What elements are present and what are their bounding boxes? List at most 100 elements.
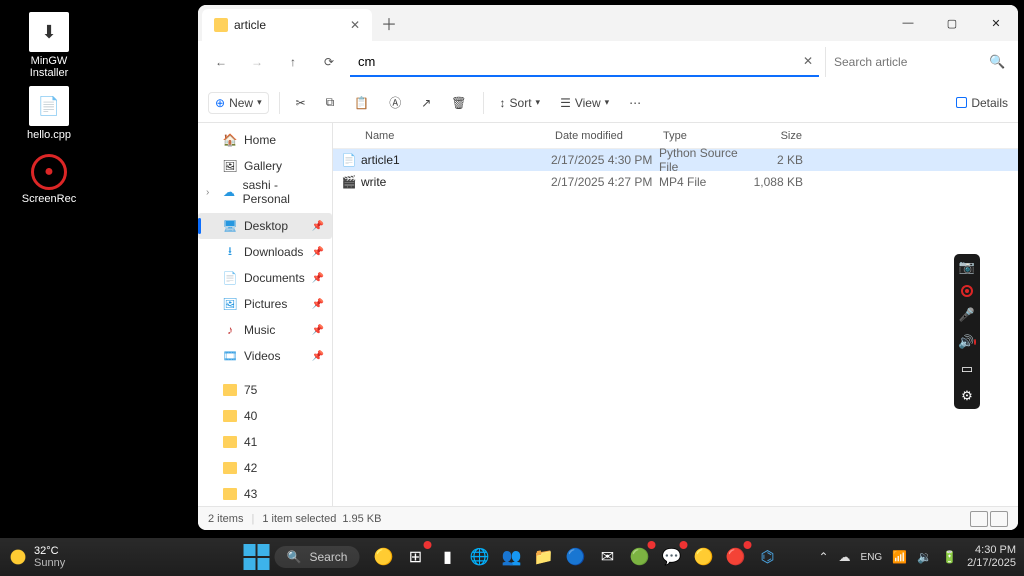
chevron-right-icon[interactable]: › [206,187,215,198]
sidebar-item-music[interactable]: ♪Music📌 [198,317,332,343]
task-view[interactable]: ⊞ [401,543,429,571]
sidebar-folder-41[interactable]: 41 [198,429,332,455]
sort-button[interactable]: ↕ Sort ▾ [494,92,547,114]
tray-volume-icon[interactable]: 🔉 [917,550,932,564]
sidebar-item-gallery[interactable]: 🖼Gallery [198,153,332,179]
desktop-icon-mingw[interactable]: ⬇ MinGW Installer [14,12,84,79]
plus-circle-icon: ⊕ [215,96,225,110]
tray-chevron-icon[interactable]: ⌃ [818,550,828,564]
task-chrome2[interactable]: 🟡 [689,543,717,571]
file-icon: 🎬 [341,174,357,190]
desktop-icon-screenrec[interactable]: ● ScreenRec [14,154,84,205]
new-tab-button[interactable]: ＋ [372,11,406,35]
task-terminal[interactable]: ▮ [433,543,461,571]
minimize-button[interactable]: — [886,5,930,41]
address-input-wrap[interactable]: ✕ [350,47,819,77]
settings-icon[interactable]: ⚙ [958,387,976,405]
file-date: 2/17/2025 4:27 PM [551,175,659,189]
tray-battery-icon[interactable]: 🔋 [942,550,957,564]
file-type: Python Source File [659,146,749,174]
weather-widget[interactable]: 32°C Sunny [8,545,65,569]
paste-button[interactable]: 📋 [348,92,375,114]
sidebar-item-documents[interactable]: 📄Documents📌 [198,265,332,291]
sidebar-item-home[interactable]: 🏠Home [198,127,332,153]
weather-cond: Sunny [34,557,65,569]
tray-wifi-icon[interactable]: 📶 [892,550,907,564]
task-app[interactable]: 🔴 [721,543,749,571]
refresh-button[interactable]: ⟳ [314,47,344,77]
desktop-icon-hello[interactable]: 📄 hello.cpp [14,86,84,141]
maximize-button[interactable]: ▢ [930,5,974,41]
sidebar-item-desktop[interactable]: 🖥Desktop📌 [198,213,332,239]
tab-close-icon[interactable]: ✕ [350,18,360,32]
share-icon: ↗ [421,96,431,110]
view-button[interactable]: ☰ View ▾ [554,92,615,114]
screenrec-toolbar[interactable]: 📷 🎤 🔊 ▭ ⚙ [954,254,980,409]
sidebar-folder-42[interactable]: 42 [198,455,332,481]
record-icon[interactable] [961,285,973,297]
sidebar-item-label: 75 [244,383,257,397]
rename-button[interactable]: Ⓐ [383,90,407,115]
sidebar-item-label: Desktop [244,219,288,233]
col-size[interactable]: Size [749,130,811,142]
col-type[interactable]: Type [659,130,749,142]
delete-button[interactable]: 🗑 [445,92,472,114]
task-vscode[interactable]: ⌬ [753,543,781,571]
task-edge[interactable]: 🌐 [465,543,493,571]
task-copilot[interactable]: 🟡 [369,543,397,571]
search-input[interactable] [834,55,989,69]
file-row[interactable]: 📄article12/17/2025 4:30 PMPython Source … [333,149,1018,171]
sidebar-item-downloads[interactable]: ⭳Downloads📌 [198,239,332,265]
file-row[interactable]: 🎬write2/17/2025 4:27 PMMP4 File1,088 KB [333,171,1018,193]
tray-language[interactable]: ENG [861,552,883,563]
tray-onedrive-icon[interactable]: ☁ [839,550,851,564]
forward-button[interactable]: → [242,47,272,77]
back-button[interactable]: ← [206,47,236,77]
start-button[interactable] [243,543,271,571]
task-outlook[interactable]: ✉ [593,543,621,571]
sidebar-folder-40[interactable]: 40 [198,403,332,429]
recordings-icon[interactable]: ▭ [958,360,976,378]
tab-title: article [234,18,266,32]
tab-article[interactable]: article ✕ [202,9,372,41]
system-tray[interactable]: ⌃ ☁ ENG 📶 🔉 🔋 4:30 PM 2/17/2025 [818,544,1016,569]
camera-icon[interactable]: 📷 [958,258,976,276]
sidebar-item-label: Home [244,133,276,147]
speaker-icon[interactable]: 🔊 [958,333,976,351]
search-icon: 🔍 [989,54,1005,70]
taskbar-search[interactable]: 🔍Search [275,546,360,568]
task-chrome[interactable]: 🟢 [625,543,653,571]
task-edge2[interactable]: 🔵 [561,543,589,571]
cpp-file-icon: 📄 [29,86,69,126]
sidebar[interactable]: 🏠Home 🖼Gallery ›☁sashi - Personal 🖥Deskt… [198,123,333,506]
view-list-icon[interactable] [970,511,988,527]
address-input[interactable] [358,54,811,69]
copy-button[interactable]: ⧉ [320,91,341,114]
share-button[interactable]: ↗ [415,92,437,114]
titlebar: article ✕ ＋ — ▢ ✕ [198,5,1018,41]
up-button[interactable]: ↑ [278,47,308,77]
search-box[interactable]: 🔍 [825,47,1010,77]
sidebar-folder-75[interactable]: 75 [198,377,332,403]
task-teams[interactable]: 👥 [497,543,525,571]
file-date: 2/17/2025 4:30 PM [551,153,659,167]
sidebar-item-videos[interactable]: 🎞Videos📌 [198,343,332,369]
mic-icon[interactable]: 🎤 [958,306,976,324]
chevron-down-icon: ▾ [605,97,610,108]
cut-button[interactable]: ✂ [290,92,312,114]
tray-clock[interactable]: 4:30 PM 2/17/2025 [967,544,1016,569]
sidebar-item-personal[interactable]: ›☁sashi - Personal [198,179,332,205]
col-date[interactable]: Date modified [551,130,659,142]
task-explorer[interactable]: 📁 [529,543,557,571]
clear-address-icon[interactable]: ✕ [803,54,813,68]
sidebar-item-pictures[interactable]: 🖼Pictures📌 [198,291,332,317]
col-name[interactable]: Name [361,130,551,142]
details-button[interactable]: Details [956,96,1008,110]
sidebar-folder-43[interactable]: 43 [198,481,332,506]
view-details-icon[interactable] [990,511,1008,527]
task-whatsapp[interactable]: 💬 [657,543,685,571]
new-button[interactable]: ⊕ New ▾ [208,92,269,114]
file-name: write [361,175,551,189]
more-button[interactable]: ⋯ [623,92,647,114]
close-button[interactable]: ✕ [974,5,1018,41]
